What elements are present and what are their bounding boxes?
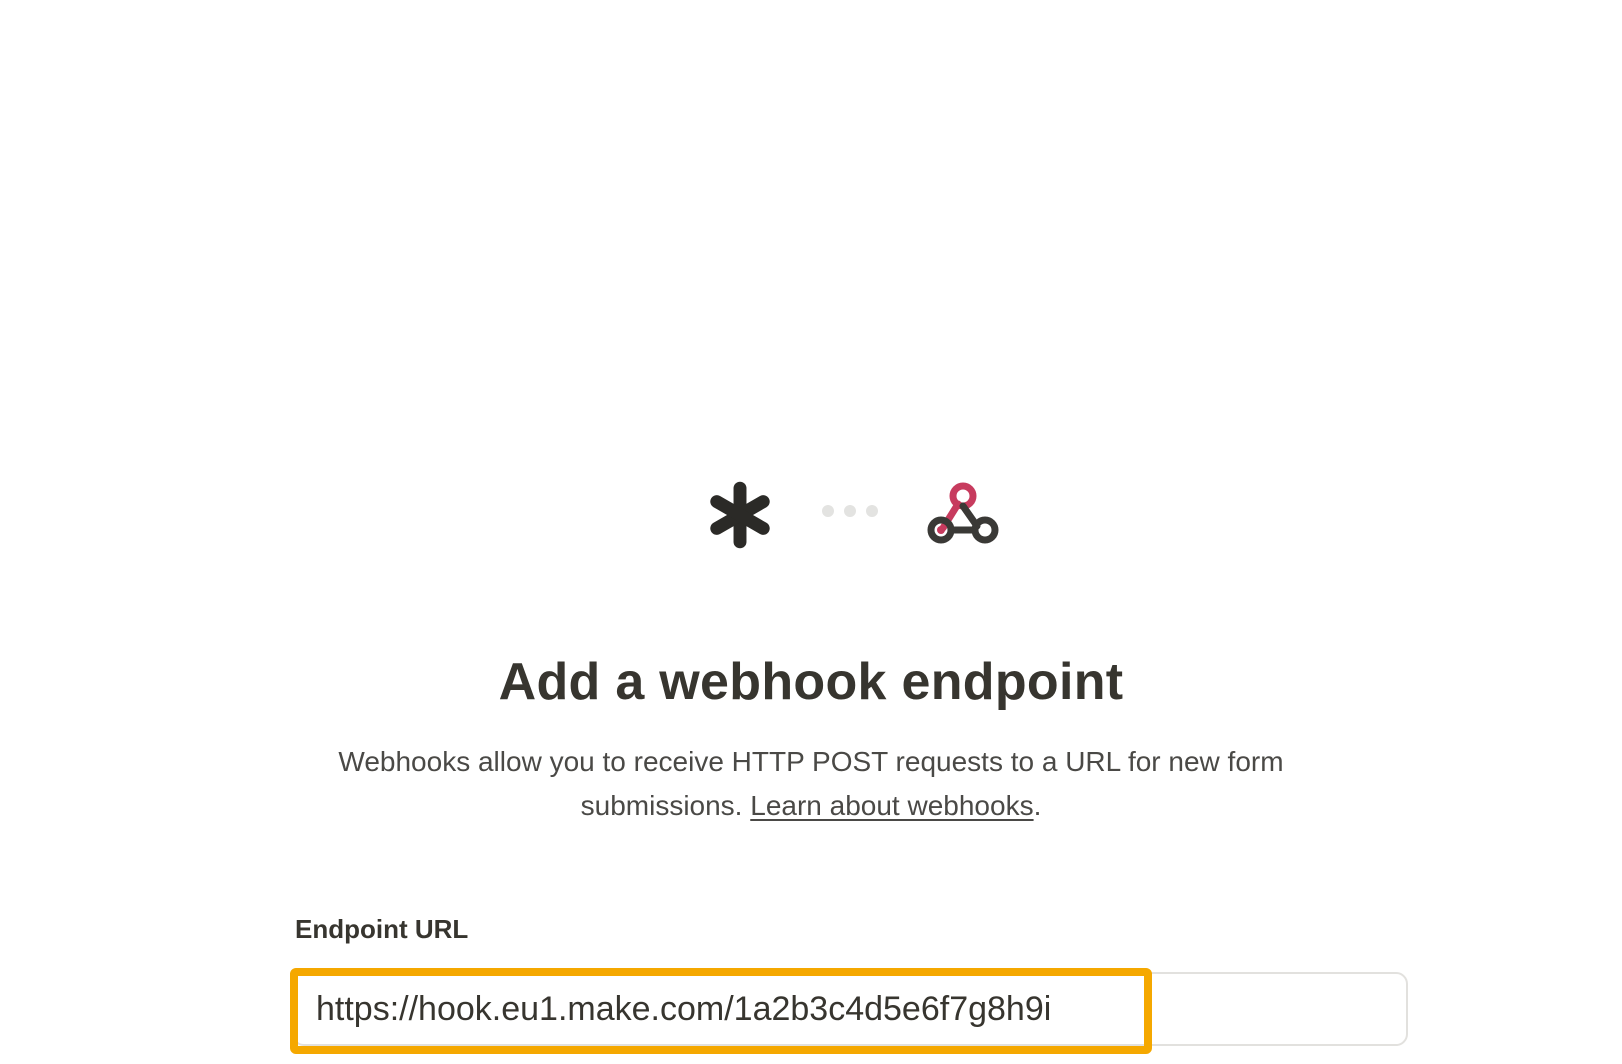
webhook-icon bbox=[927, 482, 999, 544]
highlight-box bbox=[290, 968, 1152, 1054]
learn-about-webhooks-link[interactable]: Learn about webhooks bbox=[750, 790, 1033, 821]
connector-dots-icon bbox=[822, 505, 882, 519]
page-description: Webhooks allow you to receive HTTP POST … bbox=[311, 740, 1311, 828]
asterisk-logo-icon bbox=[710, 481, 770, 549]
description-period: . bbox=[1033, 790, 1042, 821]
endpoint-url-label: Endpoint URL bbox=[295, 914, 469, 944]
webhook-setup-page: Add a webhook endpoint Webhooks allow yo… bbox=[0, 0, 1622, 1064]
page-title: Add a webhook endpoint bbox=[498, 653, 1124, 711]
